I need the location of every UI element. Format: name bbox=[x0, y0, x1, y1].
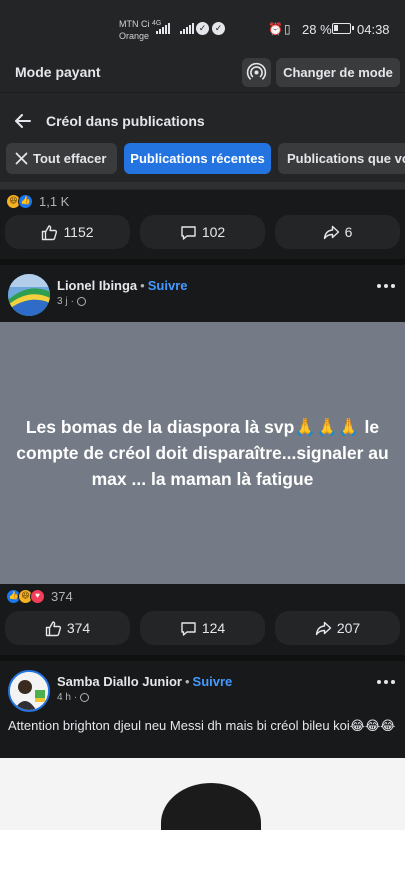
carrier-name-1: MTN Ci bbox=[119, 19, 150, 29]
clock: 04:38 bbox=[357, 22, 390, 37]
reaction-summary[interactable]: 😆 👍 1,1 K bbox=[6, 193, 69, 209]
battery-icon bbox=[332, 23, 354, 34]
more-options-button[interactable] bbox=[377, 281, 395, 291]
follow-button[interactable]: Suivre bbox=[193, 674, 233, 689]
signal-icon bbox=[156, 23, 170, 34]
post-actions: 1152 102 6 bbox=[5, 215, 400, 249]
post-time[interactable]: 3 j bbox=[57, 296, 68, 307]
alarm-icon: ⏰ bbox=[268, 22, 283, 36]
thumbs-up-icon bbox=[45, 620, 61, 636]
post-header: Samba Diallo Junior • Suivre 4 h · bbox=[0, 661, 405, 719]
post-card-text: Les bomas de la diaspora là svp🙏🙏🙏 le co… bbox=[16, 417, 389, 489]
filter-label: Tout effacer bbox=[33, 151, 107, 166]
post-photo[interactable] bbox=[0, 758, 405, 830]
author-line: Samba Diallo Junior • Suivre bbox=[57, 674, 233, 689]
post-header: Lionel Ibinga • Suivre 3 j · bbox=[0, 265, 405, 323]
posts-you-filter[interactable]: Publications que vous bbox=[278, 143, 405, 174]
avatar[interactable] bbox=[8, 670, 50, 712]
post-text-card[interactable]: Les bomas de la diaspora là svp🙏🙏🙏 le co… bbox=[0, 322, 405, 584]
signal-icon bbox=[180, 23, 194, 34]
status-bar: MTN Ci 4G Orange ✓ ✓ ⏰ ▯ 28 % 04:38 bbox=[0, 0, 405, 52]
comment-count: 102 bbox=[201, 224, 226, 240]
comment-icon bbox=[181, 225, 196, 240]
search-query-title[interactable]: Créol dans publications bbox=[46, 113, 205, 129]
like-button[interactable]: 374 bbox=[5, 611, 130, 645]
mode-bar: Mode payant Changer de mode bbox=[0, 52, 405, 92]
like-count: 1152 bbox=[63, 224, 94, 240]
share-count: 6 bbox=[344, 224, 353, 240]
carrier-name-2: Orange bbox=[119, 31, 150, 41]
author-name[interactable]: Lionel Ibinga bbox=[57, 278, 137, 293]
avatar[interactable] bbox=[8, 274, 50, 316]
share-button[interactable]: 6 bbox=[275, 215, 400, 249]
share-icon bbox=[315, 621, 332, 635]
globe-icon bbox=[80, 693, 90, 702]
post-time[interactable]: 4 h bbox=[57, 692, 71, 703]
clear-all-filter[interactable]: Tout effacer bbox=[6, 143, 117, 174]
close-icon bbox=[15, 152, 28, 165]
post-text: Attention brighton djeul neu Messi dh ma… bbox=[8, 718, 396, 733]
comment-count: 124 bbox=[201, 620, 226, 636]
notification-icon: ✓ bbox=[212, 22, 225, 35]
author-name[interactable]: Samba Diallo Junior bbox=[57, 674, 182, 689]
post-image-bottom bbox=[0, 182, 405, 189]
reaction-summary[interactable]: 👍 😆 ♥ 374 bbox=[6, 588, 73, 604]
more-options-button[interactable] bbox=[377, 677, 395, 687]
arrow-left-icon bbox=[15, 114, 31, 128]
reaction-count: 1,1 K bbox=[39, 193, 70, 209]
like-button[interactable]: 1152 bbox=[5, 215, 130, 249]
comment-button[interactable]: 124 bbox=[140, 611, 265, 645]
thumbs-up-icon bbox=[42, 224, 58, 240]
change-mode-button[interactable]: Changer de mode bbox=[276, 58, 400, 87]
share-count: 207 bbox=[336, 620, 361, 636]
globe-icon bbox=[76, 297, 86, 306]
broadcast-icon bbox=[246, 62, 267, 80]
bottom-blank-area bbox=[0, 830, 405, 878]
recent-posts-filter[interactable]: Publications récentes bbox=[124, 143, 271, 174]
like-reaction-icon: 👍 bbox=[18, 193, 33, 209]
back-button[interactable] bbox=[11, 109, 35, 133]
love-reaction-icon: ♥ bbox=[30, 588, 45, 604]
author-line: Lionel Ibinga • Suivre bbox=[57, 278, 188, 293]
like-count: 374 bbox=[66, 620, 91, 636]
post-meta: 4 h · bbox=[57, 692, 90, 703]
professional-mode-button[interactable] bbox=[242, 58, 271, 87]
facebook-search-screen: MTN Ci 4G Orange ✓ ✓ ⏰ ▯ 28 % 04:38 Mode… bbox=[0, 0, 405, 830]
comment-icon bbox=[181, 621, 196, 636]
person-hair-shape bbox=[161, 783, 261, 830]
share-icon bbox=[323, 225, 339, 239]
search-header: Créol dans publications Tout effacer Pub… bbox=[0, 92, 405, 190]
post-actions: 374 124 207 bbox=[5, 611, 400, 645]
vibrate-icon: ▯ bbox=[284, 22, 291, 36]
comment-button[interactable]: 102 bbox=[140, 215, 265, 249]
reaction-count: 374 bbox=[51, 588, 73, 604]
share-button[interactable]: 207 bbox=[275, 611, 400, 645]
battery-percent: 28 % bbox=[302, 22, 332, 37]
gabon-flag-avatar-image bbox=[8, 274, 50, 316]
whatsapp-icon: ✓ bbox=[196, 22, 209, 35]
post-meta: 3 j · bbox=[57, 296, 86, 307]
follow-button[interactable]: Suivre bbox=[148, 278, 188, 293]
profile-photo-avatar-image bbox=[10, 672, 48, 710]
carrier-info: MTN Ci 4G Orange bbox=[119, 18, 161, 42]
mode-title: Mode payant bbox=[15, 64, 101, 80]
